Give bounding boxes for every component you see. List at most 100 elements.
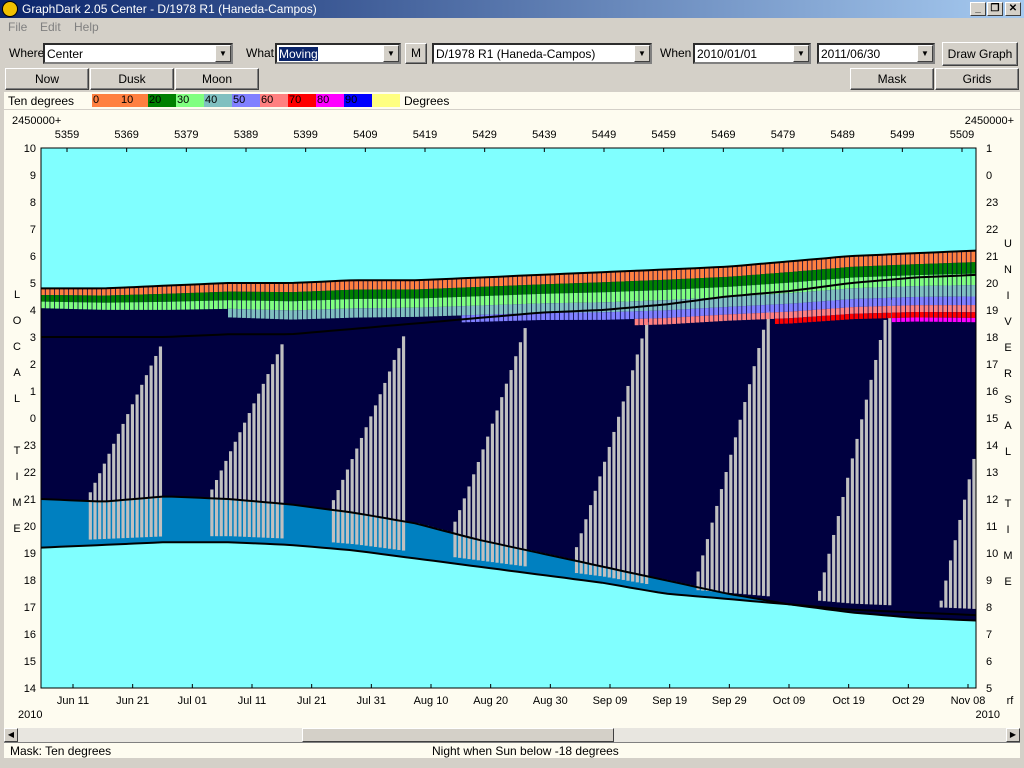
- minimize-button[interactable]: _: [970, 2, 986, 16]
- altitude-band: [896, 254, 901, 265]
- altitude-band: [961, 285, 966, 297]
- left-tick-label: 1: [30, 386, 36, 398]
- chevron-down-icon[interactable]: ▼: [215, 45, 231, 62]
- altitude-band: [746, 305, 751, 314]
- bottom-tick-label: Aug 30: [533, 695, 568, 707]
- what-select[interactable]: Moving ▼: [275, 43, 401, 64]
- jd-prefix-right: 2450000+: [965, 115, 1014, 127]
- moon-button[interactable]: Moon: [175, 68, 259, 90]
- altitude-band: [817, 316, 821, 322]
- twilight-band: [195, 497, 201, 543]
- altitude-band: [564, 273, 569, 284]
- altitude-band: [246, 291, 251, 301]
- altitude-band: [270, 283, 274, 292]
- altitude-chart[interactable]: 2450000+ 2450000+5359 5369 5379 5389 5399 5409…: [4, 110, 1020, 728]
- altitude-band: [447, 306, 452, 316]
- menu-edit[interactable]: Edit: [40, 20, 61, 34]
- chevron-down-icon[interactable]: ▼: [634, 45, 650, 62]
- chevron-down-icon[interactable]: ▼: [793, 45, 809, 62]
- altitude-band: [807, 259, 812, 271]
- altitude-band: [873, 313, 878, 319]
- grids-button[interactable]: Grids: [935, 68, 1019, 90]
- scale-swatch: 0: [92, 94, 120, 107]
- altitude-band: [644, 280, 648, 291]
- start-date-select[interactable]: 2010/01/01 ▼: [693, 43, 811, 64]
- altitude-band: [424, 279, 429, 290]
- end-date-select[interactable]: 2011/06/30 ▼: [817, 43, 935, 64]
- altitude-band: [270, 300, 274, 310]
- altitude-band: [882, 276, 887, 288]
- altitude-band: [756, 305, 761, 314]
- twilight-band: [316, 507, 322, 548]
- object-select[interactable]: D/1978 R1 (Haneda-Campos) ▼: [432, 43, 652, 64]
- mask-button[interactable]: Mask: [850, 68, 934, 90]
- altitude-band: [803, 302, 807, 311]
- scale-swatch: 90: [344, 94, 372, 107]
- scroll-right-icon[interactable]: ▶: [1006, 728, 1020, 742]
- twilight-band: [83, 500, 89, 546]
- altitude-band: [938, 263, 943, 275]
- altitude-band: [933, 317, 938, 322]
- altitude-band: [789, 293, 793, 304]
- now-button[interactable]: Now: [5, 68, 89, 90]
- altitude-band: [457, 278, 461, 288]
- close-button[interactable]: ✕: [1005, 2, 1021, 16]
- altitude-band: [746, 265, 751, 276]
- menu-file[interactable]: File: [8, 20, 27, 34]
- altitude-band: [377, 280, 382, 290]
- right-axis-letter: V: [1004, 316, 1012, 328]
- moonlight-column: [126, 414, 130, 538]
- bottom-tick-label: Nov 08: [951, 695, 986, 707]
- altitude-band: [826, 290, 831, 301]
- altitude-band: [274, 292, 279, 302]
- twilight-band: [312, 507, 318, 547]
- altitude-band: [181, 301, 186, 310]
- chevron-down-icon[interactable]: ▼: [383, 45, 399, 62]
- where-select[interactable]: Center ▼: [43, 43, 233, 64]
- altitude-band: [732, 276, 737, 287]
- draw-graph-button[interactable]: Draw Graph: [942, 42, 1018, 66]
- scroll-thumb[interactable]: [302, 728, 614, 742]
- altitude-band: [770, 294, 775, 305]
- altitude-band: [391, 307, 396, 318]
- scale-swatch: 70: [288, 94, 316, 107]
- altitude-band: [256, 283, 260, 292]
- moonlight-column: [345, 469, 350, 544]
- menu-bar: File Edit Help: [0, 18, 1024, 36]
- altitude-band: [845, 314, 849, 320]
- moonlight-column: [640, 338, 644, 584]
- altitude-band: [774, 262, 779, 274]
- altitude-band: [489, 305, 494, 315]
- altitude-band: [630, 311, 634, 320]
- altitude-band: [924, 285, 929, 297]
- chevron-down-icon[interactable]: ▼: [917, 45, 933, 62]
- altitude-band: [714, 307, 719, 316]
- altitude-band: [499, 276, 504, 287]
- altitude-band: [242, 291, 246, 301]
- altitude-band: [92, 288, 97, 296]
- altitude-band: [129, 287, 134, 295]
- altitude-band: [195, 284, 200, 293]
- m-button[interactable]: M: [405, 43, 427, 64]
- altitude-band: [162, 301, 167, 310]
- altitude-band: [354, 280, 359, 290]
- horizontal-scrollbar[interactable]: ◀ ▶: [4, 728, 1020, 742]
- what-label: What: [246, 46, 275, 60]
- altitude-band: [620, 311, 625, 320]
- moonlight-column: [818, 590, 822, 601]
- altitude-band: [447, 288, 452, 298]
- scroll-left-icon[interactable]: ◀: [4, 728, 18, 742]
- right-tick-label: 19: [986, 305, 998, 317]
- altitude-band: [681, 268, 686, 279]
- dusk-button[interactable]: Dusk: [90, 68, 174, 90]
- restore-button[interactable]: ❐: [987, 2, 1003, 16]
- altitude-band: [260, 300, 265, 310]
- altitude-band: [620, 281, 625, 292]
- altitude-band: [555, 293, 560, 304]
- altitude-band: [209, 292, 214, 301]
- right-axis-letter: L: [1005, 446, 1011, 458]
- menu-help[interactable]: Help: [74, 20, 99, 34]
- altitude-band: [718, 297, 723, 308]
- altitude-band: [485, 305, 490, 315]
- altitude-band: [377, 308, 382, 318]
